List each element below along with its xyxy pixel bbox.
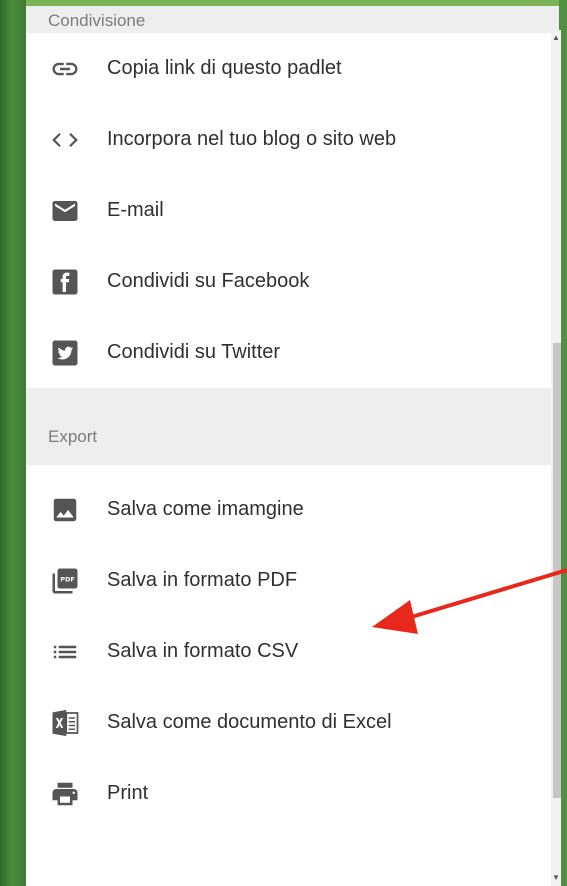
section-header-export: Export bbox=[26, 388, 559, 465]
menu-item-label: Salva in formato CSV bbox=[107, 640, 299, 662]
menu-item-embed[interactable]: Incorpora nel tuo blog o sito web bbox=[26, 104, 559, 175]
scroll-up-arrow-icon[interactable]: ▲ bbox=[551, 30, 561, 46]
print-icon bbox=[47, 776, 83, 812]
list-icon bbox=[47, 634, 83, 670]
menu-item-print[interactable]: Print bbox=[26, 758, 559, 829]
link-icon bbox=[47, 51, 83, 87]
menu-item-label: Salva come documento di Excel bbox=[107, 711, 392, 733]
menu-item-facebook[interactable]: Condividi su Facebook bbox=[26, 246, 559, 317]
twitter-icon bbox=[47, 335, 83, 371]
background-left-strip bbox=[0, 0, 26, 886]
share-export-menu: Condivisione Copia link di questo padlet… bbox=[26, 6, 559, 886]
menu-item-save-pdf[interactable]: PDF Salva in formato PDF bbox=[26, 545, 559, 616]
menu-item-save-image[interactable]: Salva come imamgine bbox=[26, 474, 559, 545]
svg-text:PDF: PDF bbox=[60, 575, 75, 583]
menu-item-label: Print bbox=[107, 782, 149, 804]
menu-item-email[interactable]: E-mail bbox=[26, 175, 559, 246]
scroll-down-arrow-icon[interactable]: ▼ bbox=[551, 870, 561, 886]
menu-item-save-excel[interactable]: Salva come documento di Excel bbox=[26, 687, 559, 758]
image-icon bbox=[47, 492, 83, 528]
export-list: Salva come imamgine PDF Salva in formato… bbox=[26, 465, 559, 829]
share-list: Copia link di questo padlet Incorpora ne… bbox=[26, 33, 559, 388]
section-title-share: Condivisione bbox=[48, 11, 146, 30]
section-header-share: Condivisione bbox=[26, 6, 559, 33]
menu-item-twitter[interactable]: Condividi su Twitter bbox=[26, 317, 559, 388]
section-title-export: Export bbox=[48, 427, 98, 446]
menu-item-label: Condividi su Twitter bbox=[107, 341, 281, 363]
pdf-icon: PDF bbox=[47, 563, 83, 599]
excel-icon bbox=[47, 705, 83, 741]
menu-item-label: Copia link di questo padlet bbox=[107, 57, 342, 79]
facebook-icon bbox=[47, 264, 83, 300]
vertical-scrollbar-thumb[interactable] bbox=[553, 343, 561, 798]
code-icon bbox=[47, 122, 83, 158]
menu-item-label: Condividi su Facebook bbox=[107, 270, 310, 292]
menu-item-save-csv[interactable]: Salva in formato CSV bbox=[26, 616, 559, 687]
mail-icon bbox=[47, 193, 83, 229]
menu-item-label: E-mail bbox=[107, 199, 164, 221]
menu-item-copy-link[interactable]: Copia link di questo padlet bbox=[26, 33, 559, 104]
menu-item-label: Salva come imamgine bbox=[107, 498, 304, 520]
menu-item-label: Incorpora nel tuo blog o sito web bbox=[107, 128, 397, 150]
menu-item-label: Salva in formato PDF bbox=[107, 569, 298, 591]
